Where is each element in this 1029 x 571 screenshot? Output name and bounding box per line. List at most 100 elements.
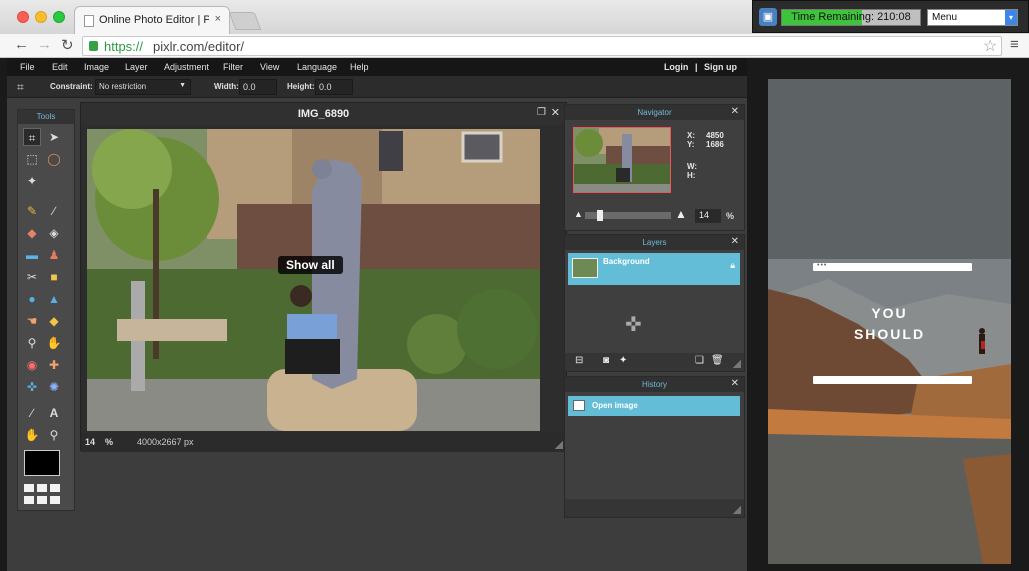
red-eye-tool-icon[interactable]: ◉	[23, 356, 41, 374]
color-picker-icon[interactable]: ∕	[23, 404, 41, 422]
navigator-thumbnail[interactable]	[573, 127, 671, 193]
ad-headline-line2: SHOULD	[853, 326, 926, 342]
time-remaining-bar: Time Remaining: 210:08	[781, 9, 921, 26]
bloat-tool-icon[interactable]: ✜	[23, 378, 41, 396]
close-icon[interactable]: ✕	[551, 106, 560, 119]
blur-tool-icon[interactable]: ●	[23, 290, 41, 308]
menu-help[interactable]: Help	[350, 62, 369, 72]
lock-icon	[89, 41, 98, 51]
menu-file[interactable]: File	[20, 62, 35, 72]
layer-row[interactable]: Background 🔒︎	[568, 253, 740, 285]
foreground-color-swatch[interactable]	[24, 450, 60, 476]
wand-tool-icon[interactable]: ✦	[23, 172, 41, 190]
new-layer-icon[interactable]: ❏	[695, 355, 704, 366]
resize-handle[interactable]	[555, 441, 563, 449]
history-row[interactable]: Open image	[568, 396, 740, 416]
zoom-value[interactable]: 14	[85, 437, 95, 447]
pencil-tool-icon[interactable]: ✎	[23, 202, 41, 220]
landscape-photo	[768, 79, 1011, 564]
login-link[interactable]: Login	[664, 62, 689, 72]
browser-menu-icon[interactable]: ≡	[1010, 36, 1019, 53]
navigator-zoom-input[interactable]: 14	[695, 209, 721, 223]
sponge-tool-icon[interactable]: ◆	[45, 312, 63, 330]
chevron-down-icon: ▼	[179, 82, 186, 89]
layer-settings-icon[interactable]: ⊟	[575, 355, 583, 366]
sharpen-tool-icon[interactable]: ▲	[45, 290, 63, 308]
stamp-tool-icon[interactable]: ♟	[45, 246, 63, 264]
url-path: pixlr.com/editor/	[153, 39, 245, 54]
bookmark-star-icon[interactable]: ☆	[983, 36, 997, 56]
resize-handle[interactable]	[733, 360, 741, 368]
color-replace-icon[interactable]: ✂	[23, 268, 41, 286]
tab-close-icon[interactable]: ×	[215, 13, 221, 25]
maximize-window-button[interactable]	[53, 11, 65, 23]
forward-arrow-icon[interactable]: →	[37, 36, 52, 53]
new-tab-button[interactable]	[228, 12, 262, 30]
menu-language[interactable]: Language	[297, 62, 337, 72]
close-icon[interactable]: ✕	[731, 378, 739, 389]
layer-name: Background	[603, 257, 650, 266]
move-tool-icon[interactable]: ➤	[45, 128, 63, 146]
bucket-tool-icon[interactable]: ◈	[45, 224, 63, 242]
dodge-tool-icon[interactable]: ⚲	[23, 334, 41, 352]
lasso-tool-icon[interactable]: ◯	[45, 150, 63, 168]
separator: |	[694, 62, 698, 72]
pinch-tool-icon[interactable]: ✺	[45, 378, 63, 396]
burn-tool-icon[interactable]: ✋	[45, 334, 63, 352]
menu-layer[interactable]: Layer	[125, 62, 148, 72]
eraser-tool-icon[interactable]: ◆	[23, 224, 41, 242]
lock-icon[interactable]: 🔒︎	[730, 260, 735, 271]
layer-mask-icon[interactable]: ◙	[603, 355, 609, 366]
constraint-label: Constraint:	[50, 82, 93, 91]
menu-image[interactable]: Image	[84, 62, 109, 72]
spot-heal-tool-icon[interactable]: ✚	[45, 356, 63, 374]
x-value: 4850	[706, 131, 724, 140]
show-all-tooltip[interactable]: Show all	[278, 256, 343, 274]
menu-edit[interactable]: Edit	[52, 62, 68, 72]
crop-tool-icon[interactable]: ⌗	[23, 128, 41, 146]
menu-filter[interactable]: Filter	[223, 62, 243, 72]
close-icon[interactable]: ✕	[731, 236, 739, 247]
layer-style-icon[interactable]: ✦	[619, 355, 627, 366]
zoom-in-icon[interactable]: ▲	[675, 207, 687, 221]
image-title: IMG_6890	[81, 103, 566, 125]
height-input[interactable]: 0.0	[315, 79, 353, 95]
navigator-zoom-slider[interactable]	[585, 210, 671, 221]
type-tool-icon[interactable]: A	[45, 404, 63, 422]
grid-icon[interactable]	[24, 484, 60, 508]
back-arrow-icon[interactable]: ←	[14, 36, 29, 53]
width-input[interactable]: 0.0	[239, 79, 277, 95]
hand-tool-icon[interactable]: ✋	[23, 426, 41, 444]
ad-password-field: •••	[813, 262, 972, 271]
reload-icon[interactable]: ↻	[61, 36, 74, 54]
history-footer	[565, 499, 744, 517]
zoom-unit: %	[105, 437, 114, 447]
history-header: History	[565, 377, 744, 392]
zoom-out-icon[interactable]: ▲	[574, 209, 583, 219]
layers-panel: Layers ✕ Background 🔒︎ ✜ ⊟ ◙ ✦ ❏ 🗑︎	[564, 234, 745, 372]
side-advertisement[interactable]: ••• YOU SHOULD	[768, 79, 1011, 564]
menu-view[interactable]: View	[260, 62, 279, 72]
close-icon[interactable]: ✕	[731, 106, 739, 117]
layers-footer: ⊟ ◙ ✦ ❏ 🗑︎	[565, 353, 744, 371]
drawing-tool-icon[interactable]: ■	[45, 268, 63, 286]
menu-adjustment[interactable]: Adjustment	[164, 62, 209, 72]
ad-input-field	[813, 376, 972, 384]
url-field[interactable]: https:// pixlr.com/editor/	[82, 36, 1002, 56]
timer-menu-select[interactable]: Menu ▾	[927, 9, 1018, 26]
close-window-button[interactable]	[17, 11, 29, 23]
smudge-tool-icon[interactable]: ☚	[23, 312, 41, 330]
marquee-tool-icon[interactable]: ⬚	[23, 150, 41, 168]
zoom-tool-icon[interactable]: ⚲	[45, 426, 63, 444]
restore-window-icon[interactable]: ❐	[537, 107, 546, 118]
zoom-slider-handle[interactable]	[597, 210, 603, 221]
constraint-select[interactable]: No restriction ▼	[95, 79, 191, 95]
resize-handle[interactable]	[733, 506, 741, 514]
gradient-tool-icon[interactable]: ▬	[23, 246, 41, 264]
browser-tab[interactable]: Online Photo Editor | Pixlr ×	[74, 6, 230, 34]
minimize-window-button[interactable]	[35, 11, 47, 23]
signup-link[interactable]: Sign up	[704, 62, 737, 72]
trash-icon[interactable]: 🗑︎	[711, 355, 724, 366]
brush-tool-icon[interactable]: ∕	[45, 202, 63, 220]
image-canvas[interactable]: Show all	[87, 129, 540, 431]
